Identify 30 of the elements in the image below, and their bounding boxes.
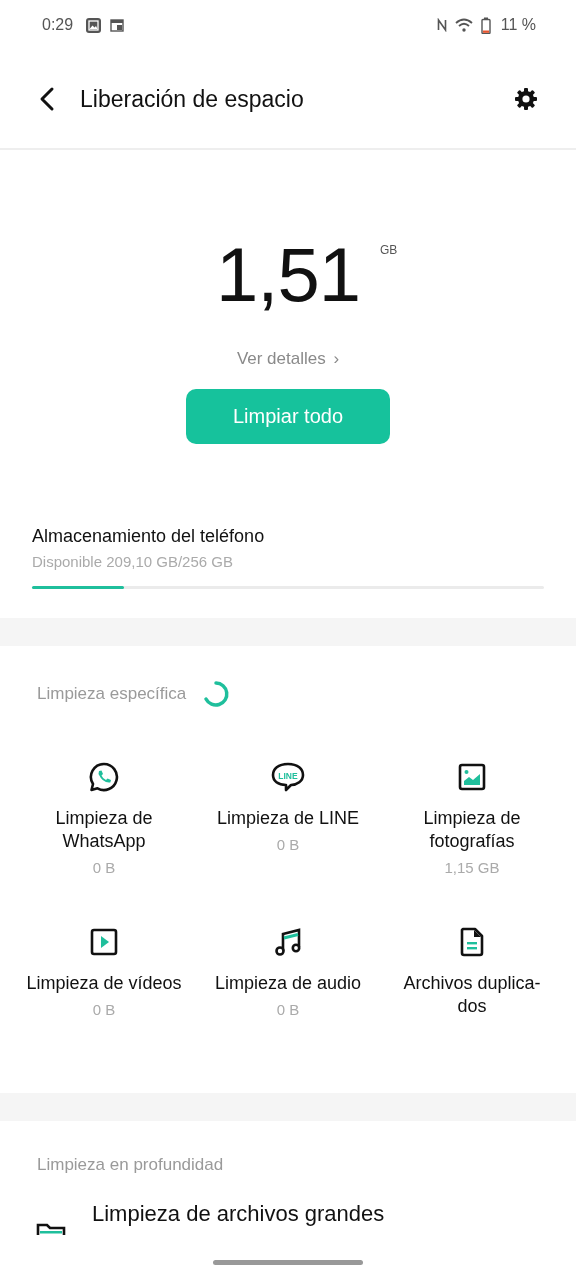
storage-title: Almacenamiento del teléfono [32, 526, 266, 547]
cleanup-tile[interactable]: Limpieza de audio 0 B [196, 926, 380, 1018]
folder-icon [36, 1223, 66, 1235]
wifi-icon [454, 18, 473, 32]
page-title: Liberación de espacio [80, 85, 304, 113]
nfc-icon [436, 18, 447, 32]
speech-bubble-icon: LINE [271, 761, 305, 793]
play-icon [90, 926, 118, 958]
section-label: Limpieza en profundidad [37, 1155, 224, 1175]
amount-unit: GB [379, 243, 398, 257]
cleanup-tile[interactable]: Limpieza de vídeos 0 B [12, 926, 196, 1018]
cleanup-tile[interactable]: Limpieza de WhatsApp 0 B [12, 761, 196, 876]
section-label: Limpieza específica [37, 684, 187, 704]
list-item[interactable]: Limpieza de archivos grandes [0, 1179, 576, 1231]
image-icon [458, 761, 486, 793]
freeable-amount: 1,51 [216, 235, 360, 315]
battery-percent: 11 % [500, 16, 536, 34]
settings-icon[interactable] [512, 85, 540, 113]
storage-subtitle: Disponible 209,10 GB/256 GB [32, 553, 234, 570]
battery-icon [480, 16, 491, 34]
cleanup-tile[interactable]: LINE Limpieza de LINE 0 B [196, 761, 380, 876]
calendar-icon [110, 18, 125, 32]
document-icon [459, 926, 485, 958]
cleanup-tile[interactable]: Archivos duplica- dos [380, 926, 564, 1018]
music-note-icon [274, 926, 302, 958]
status-time: 0:29 [42, 16, 74, 34]
details-link[interactable]: Ver detalles › [236, 349, 340, 369]
chat-phone-icon [88, 761, 120, 793]
gallery-icon [85, 16, 103, 34]
cleanup-tile[interactable]: Limpieza de fotografías 1,15 GB [380, 761, 564, 876]
